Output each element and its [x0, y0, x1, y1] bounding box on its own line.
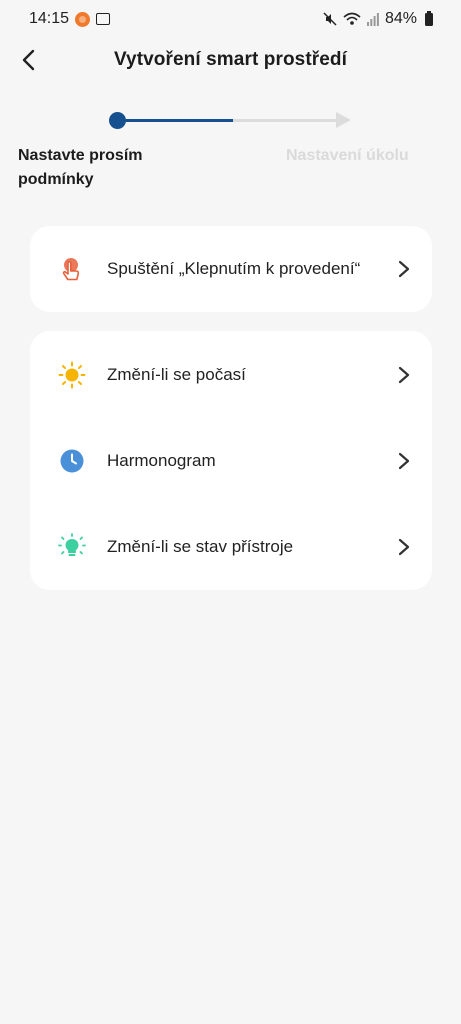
- status-right: 84%: [323, 10, 433, 28]
- chevron-right-icon: [394, 537, 414, 557]
- chevron-right-icon: [394, 365, 414, 385]
- chevron-left-icon: [22, 49, 35, 71]
- step-progress-inactive: [233, 119, 338, 122]
- list-item-label: Změní-li se počasí: [107, 365, 246, 384]
- tap-hand-icon: [58, 255, 86, 283]
- list-item-device-state-change[interactable]: Změní-li se stav přístroje: [30, 504, 432, 590]
- step-current-dot: [109, 112, 126, 129]
- step-progress-active: [117, 119, 233, 122]
- step-arrow-icon: [336, 112, 351, 128]
- sun-icon: [58, 361, 86, 389]
- status-time: 14:15: [29, 10, 70, 27]
- status-bar: 14:15 84%: [0, 0, 461, 38]
- wifi-icon: [343, 12, 361, 25]
- step-2-label: Nastavení úkolu: [286, 147, 409, 164]
- conditions-card: Změní-li se počasí Harmonogram Změní-li …: [30, 331, 432, 590]
- stepper: Nastavte prosím podmínky Nastavení úkolu: [0, 106, 461, 196]
- clock-icon: [58, 447, 86, 475]
- list-item-schedule[interactable]: Harmonogram: [30, 418, 432, 504]
- chevron-right-icon: [394, 451, 414, 471]
- list-item-label: Harmonogram: [107, 451, 216, 470]
- signal-icon: [366, 13, 379, 26]
- bulb-icon: [58, 533, 86, 561]
- battery-icon: [425, 10, 433, 26]
- back-button[interactable]: [12, 44, 44, 76]
- header: Vytvoření smart prostředí: [0, 38, 461, 82]
- status-left: 14:15: [29, 10, 111, 28]
- list-item-label: Změní-li se stav přístroje: [107, 537, 294, 556]
- app-notification-icon: [75, 11, 91, 27]
- step-1-label: Nastavte prosím podmínky: [18, 147, 143, 188]
- gallery-notification-icon: [96, 13, 111, 25]
- battery-percent: 84%: [384, 10, 417, 27]
- list-item-label: Spuštění „Klepnutím k provedení“: [107, 259, 361, 278]
- list-item-weather-change[interactable]: Změní-li se počasí: [30, 332, 432, 418]
- page-title: Vytvoření smart prostředí: [113, 49, 348, 70]
- mute-icon: [323, 12, 337, 26]
- chevron-right-icon: [394, 259, 414, 279]
- trigger-card: Spuštění „Klepnutím k provedení“: [30, 226, 432, 312]
- list-item-tap-to-run[interactable]: Spuštění „Klepnutím k provedení“: [30, 226, 432, 312]
